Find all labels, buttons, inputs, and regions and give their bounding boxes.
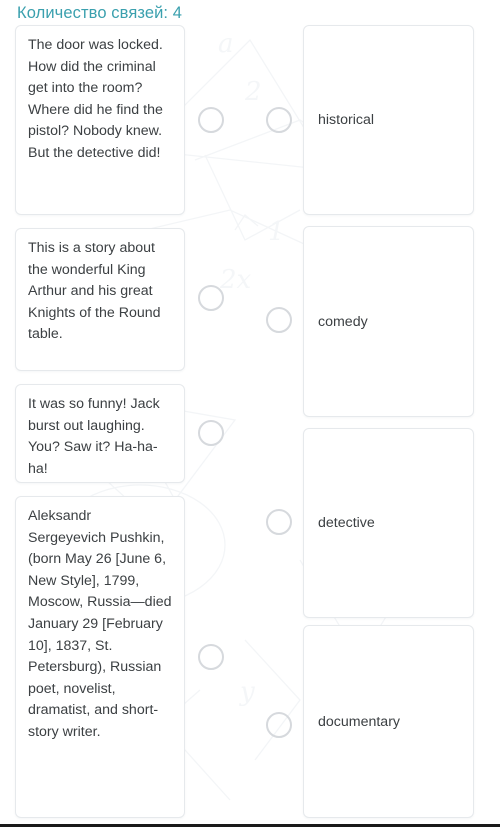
svg-text:y: y: [239, 677, 255, 707]
category-card[interactable]: detective: [303, 428, 474, 618]
svg-text:2x: 2x: [219, 265, 252, 295]
text-card[interactable]: This is a story about the wonderful King…: [15, 228, 185, 371]
matching-exercise-screen: a 2 1 2x z b y n Количество связей: 4 Th…: [0, 0, 500, 827]
connector-dot-right[interactable]: [266, 712, 292, 738]
page-title: Количество связей: 4: [17, 4, 183, 22]
text-card-content: This is a story about the wonderful King…: [28, 240, 165, 343]
svg-text:2: 2: [244, 77, 262, 107]
connector-dot-left[interactable]: [198, 285, 224, 311]
connector-dot-left[interactable]: [198, 644, 224, 670]
category-card[interactable]: comedy: [303, 226, 474, 417]
connector-dot-right[interactable]: [266, 509, 292, 535]
category-card-label: documentary: [318, 713, 401, 730]
category-card-label: historical: [318, 112, 374, 128]
connector-dot-right[interactable]: [266, 307, 292, 333]
category-card-label: detective: [318, 515, 375, 531]
svg-text:a: a: [218, 29, 234, 59]
category-card-label: comedy: [318, 313, 368, 330]
text-card-content: Aleksandr Sergeyevich Pushkin, (born May…: [28, 508, 176, 740]
text-card-content: The door was locked. How did the crimina…: [28, 37, 167, 161]
text-card-content: It was so funny! Jack burst out laughing…: [28, 396, 164, 477]
connector-dot-left[interactable]: [198, 107, 224, 133]
category-card[interactable]: documentary: [303, 625, 474, 818]
text-card[interactable]: The door was locked. How did the crimina…: [15, 25, 185, 215]
text-card[interactable]: It was so funny! Jack burst out laughing…: [15, 384, 185, 483]
category-card[interactable]: historical: [303, 25, 474, 215]
svg-text:1: 1: [268, 217, 285, 247]
text-card[interactable]: Aleksandr Sergeyevich Pushkin, (born May…: [15, 496, 185, 818]
connector-dot-right[interactable]: [266, 107, 292, 133]
connector-dot-left[interactable]: [198, 420, 224, 446]
